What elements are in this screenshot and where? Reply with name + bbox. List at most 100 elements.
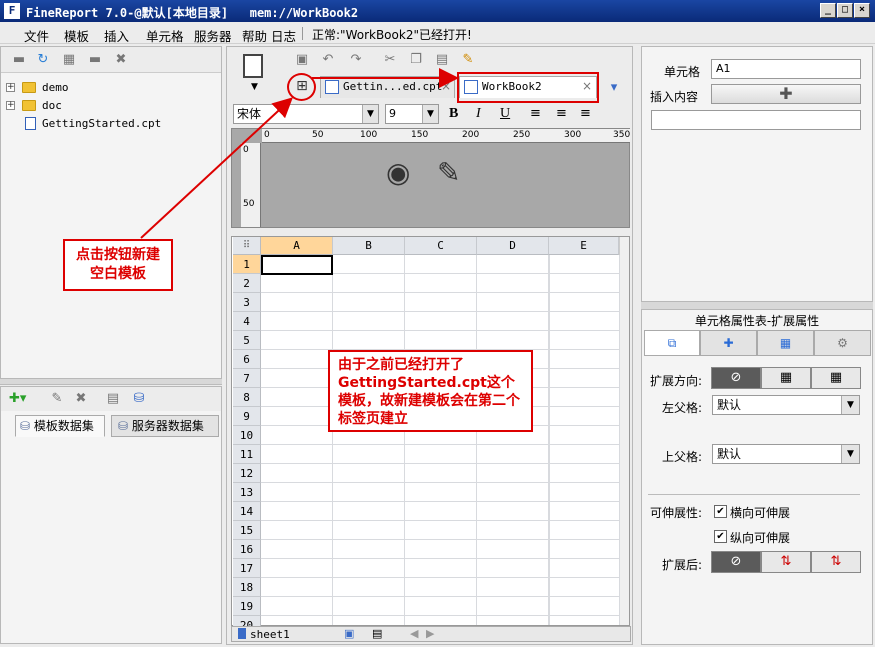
sort-descending-button[interactable]: ⇅ xyxy=(811,551,861,573)
tab-list-icon[interactable]: ▾ xyxy=(606,81,622,95)
add-dataset-icon[interactable]: ✚▾ xyxy=(9,392,26,406)
align-center-icon[interactable]: ≡ xyxy=(556,106,567,121)
tab-template-dataset[interactable]: ⛁ 模板数据集 xyxy=(15,415,105,437)
after-expand-none-button[interactable]: ⊘ xyxy=(711,551,761,573)
row-header[interactable]: 1 xyxy=(233,255,261,274)
open-folder-icon[interactable]: ▬ xyxy=(11,53,27,67)
row-header[interactable]: 18 xyxy=(233,578,261,597)
panel-splitter[interactable] xyxy=(0,379,222,385)
left-parent-select[interactable]: 默认 ▼ xyxy=(712,395,860,415)
refresh-icon[interactable]: ↻ xyxy=(35,53,51,67)
tree-item-demo[interactable]: demo xyxy=(42,81,69,94)
expand-none-button[interactable]: ⊘ xyxy=(711,367,761,389)
save-icon[interactable]: ▣ xyxy=(294,53,310,67)
row-header[interactable]: 13 xyxy=(233,483,261,502)
column-header[interactable]: A xyxy=(261,237,333,255)
row-header[interactable]: 4 xyxy=(233,312,261,331)
stretch-vertical-checkbox[interactable]: ✔ xyxy=(714,530,727,543)
tab-widget-properties[interactable]: ▦ xyxy=(757,330,814,356)
menu-server[interactable]: 服务器 xyxy=(194,26,232,45)
paste-icon[interactable]: ▤ xyxy=(434,53,450,67)
undo-icon[interactable]: ↶ xyxy=(320,53,336,67)
expand-doc-icon[interactable]: + xyxy=(6,101,15,110)
italic-icon[interactable]: I xyxy=(476,106,481,122)
preview-icon[interactable]: ▤ xyxy=(105,392,121,406)
row-header[interactable]: 10 xyxy=(233,426,261,445)
row-header[interactable]: 9 xyxy=(233,407,261,426)
menu-log[interactable]: 日志 xyxy=(271,26,296,45)
row-header[interactable]: 16 xyxy=(233,540,261,559)
row-header[interactable]: 19 xyxy=(233,597,261,616)
sort-ascending-button[interactable]: ⇅ xyxy=(761,551,811,573)
vertical-ruler: 0 50 xyxy=(241,143,261,227)
copy-icon[interactable]: ❐ xyxy=(408,53,424,67)
first-sheet-icon[interactable]: ◀ xyxy=(410,627,418,640)
row-header[interactable]: 14 xyxy=(233,502,261,521)
up-parent-select[interactable]: 默认 ▼ xyxy=(712,444,860,464)
tab-gettingstarted[interactable]: Gettin...ed.cpt × xyxy=(320,76,455,98)
cell-content-input[interactable] xyxy=(651,110,861,130)
align-left-icon[interactable]: ≡ xyxy=(530,106,541,121)
font-family-select[interactable]: 宋体 ▼ xyxy=(233,104,379,124)
format-brush-icon[interactable]: ✎ xyxy=(460,53,476,67)
edit-icon[interactable]: ✎ xyxy=(437,156,460,189)
edit-template-icon[interactable]: ▦ xyxy=(61,53,77,67)
tree-item-doc[interactable]: doc xyxy=(42,99,62,112)
row-header[interactable]: 15 xyxy=(233,521,261,540)
vertical-scrollbar[interactable] xyxy=(619,237,629,625)
report-type-button[interactable]: ▼ xyxy=(233,52,275,96)
row-header[interactable]: 5 xyxy=(233,331,261,350)
expand-demo-icon[interactable]: + xyxy=(6,83,15,92)
delete-icon[interactable]: ✖ xyxy=(113,53,129,67)
insert-content-button[interactable]: ✚ xyxy=(711,84,861,104)
tab-style-properties[interactable]: ✚ xyxy=(700,330,757,356)
row-header[interactable]: 3 xyxy=(233,293,261,312)
bold-icon[interactable]: B xyxy=(449,106,458,122)
tab-expand-properties[interactable]: ⧉ xyxy=(644,330,700,356)
gear-icon[interactable]: ⚙ xyxy=(814,330,871,356)
maximize-button[interactable]: □ xyxy=(837,3,853,18)
column-header[interactable]: B xyxy=(333,237,405,255)
close-tab-icon[interactable]: × xyxy=(441,79,451,93)
cut-icon[interactable]: ✂ xyxy=(382,53,398,67)
sheet-tab[interactable]: sheet1 xyxy=(250,628,290,641)
menu-file[interactable]: 文件 xyxy=(24,26,49,45)
add-form-sheet-icon[interactable]: ▤ xyxy=(372,627,382,640)
redo-icon[interactable]: ↷ xyxy=(348,53,364,67)
select-all-corner[interactable]: ⠿ xyxy=(233,237,261,255)
last-sheet-icon[interactable]: ▶ xyxy=(426,627,434,640)
row-header[interactable]: 7 xyxy=(233,369,261,388)
expand-vertical-button[interactable]: ▦ xyxy=(761,367,811,389)
tab-server-dataset[interactable]: ⛁ 服务器数据集 xyxy=(111,415,219,437)
row-header[interactable]: 8 xyxy=(233,388,261,407)
underline-icon[interactable]: U xyxy=(500,106,510,122)
menu-cell[interactable]: 单元格 xyxy=(146,26,184,45)
menu-insert[interactable]: 插入 xyxy=(104,26,129,45)
tree-item-gettingstarted[interactable]: GettingStarted.cpt xyxy=(42,117,161,130)
align-right-icon[interactable]: ≡ xyxy=(580,106,591,121)
column-header[interactable]: C xyxy=(405,237,477,255)
delete-icon[interactable]: ✖ xyxy=(73,392,89,406)
hide-icon[interactable]: ◉ xyxy=(386,156,410,189)
row-header[interactable]: 12 xyxy=(233,464,261,483)
cell-address-field[interactable]: A1 xyxy=(711,59,861,79)
stretch-horizontal-checkbox[interactable]: ✔ xyxy=(714,505,727,518)
menu-template[interactable]: 模板 xyxy=(64,26,89,45)
row-header[interactable]: 11 xyxy=(233,445,261,464)
row-header[interactable]: 6 xyxy=(233,350,261,369)
close-button[interactable]: × xyxy=(854,3,870,18)
menu-help[interactable]: 帮助 xyxy=(242,26,267,45)
selected-cell[interactable] xyxy=(261,255,333,275)
add-sheet-icon[interactable]: ▣ xyxy=(344,627,354,640)
new-folder-icon[interactable]: ▬ xyxy=(87,53,103,67)
minimize-button[interactable]: _ xyxy=(820,3,836,18)
edit-icon[interactable]: ✎ xyxy=(49,392,65,406)
panel-splitter[interactable] xyxy=(641,302,873,309)
expand-horizontal-button[interactable]: ▦ xyxy=(811,367,861,389)
column-header[interactable]: E xyxy=(549,237,619,255)
column-header[interactable]: D xyxy=(477,237,549,255)
database-icon[interactable]: ⛁ xyxy=(131,392,147,406)
font-size-select[interactable]: 9 ▼ xyxy=(385,104,439,124)
row-header[interactable]: 2 xyxy=(233,274,261,293)
row-header[interactable]: 17 xyxy=(233,559,261,578)
